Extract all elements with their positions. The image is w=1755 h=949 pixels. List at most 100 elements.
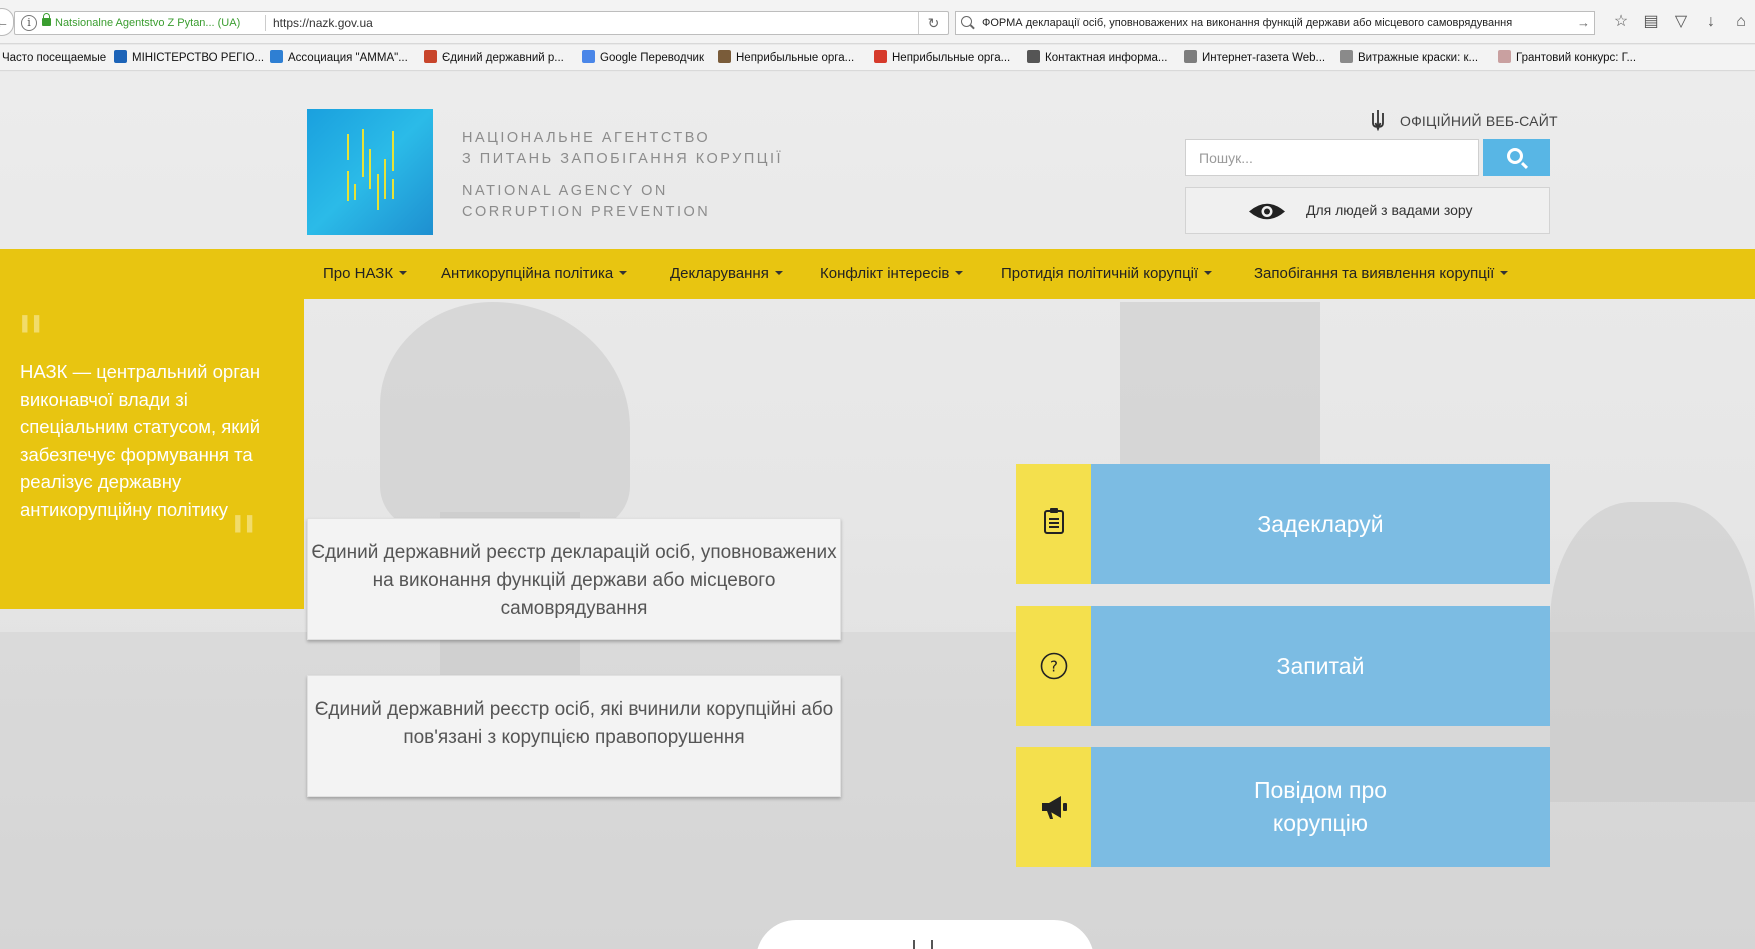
favicon-icon — [582, 50, 595, 63]
nav-item-label: Конфлікт інтересів — [820, 265, 950, 282]
search-icon — [961, 16, 972, 27]
bookmark-star-icon[interactable]: ☆ — [1611, 12, 1631, 32]
site-identity[interactable]: Natsionalne Agentstvo Z Pytan... (UA) — [55, 12, 240, 34]
search-go-icon[interactable]: → — [1577, 12, 1590, 34]
caret-down-icon — [1204, 271, 1213, 275]
bookmark-item[interactable]: Витражные краски: к... — [1340, 45, 1478, 70]
corruption-offenders-registry-link[interactable]: Єдиний державний реєстр осіб, які вчинил… — [307, 675, 841, 797]
favicon-icon — [874, 50, 887, 63]
bottom-scroll-tab[interactable] — [756, 920, 1094, 949]
logo-line-en-1: NATIONAL AGENCY ON — [462, 183, 668, 199]
pocket-icon[interactable]: ▽ — [1671, 12, 1691, 32]
mission-text: НАЗК — центральний орган виконавчої влад… — [20, 361, 261, 520]
nav-item-declaration[interactable]: Декларування — [670, 249, 783, 299]
declare-button[interactable]: Задекларуй — [1016, 464, 1550, 584]
home-icon[interactable]: ⌂ — [1731, 12, 1751, 32]
logo-stroke — [347, 134, 349, 160]
bookmark-item[interactable]: Ассоциация "АММА"... — [270, 45, 408, 70]
bookmark-label: Неприбыльные орга... — [892, 52, 1011, 64]
bookmark-label: Google Переводчик — [600, 52, 705, 64]
nav-item-label: Запобігання та виявлення корупції — [1254, 265, 1495, 282]
nazk-logo[interactable] — [307, 109, 433, 235]
bookmark-label: Ассоциация "АММА"... — [288, 52, 408, 64]
site-search-button[interactable] — [1483, 139, 1550, 176]
favicon-icon — [270, 50, 283, 63]
lock-icon — [42, 13, 51, 26]
action-icon-box — [1016, 464, 1091, 584]
reload-icon[interactable]: ↻ — [918, 12, 948, 34]
ask-button[interactable]: ? Запитай — [1016, 606, 1550, 726]
search-icon — [1507, 148, 1523, 164]
logo-line-en-2: CORRUPTION PREVENTION — [462, 203, 711, 220]
caret-down-icon — [774, 271, 783, 275]
favicon-icon — [114, 50, 127, 63]
bookmark-label: Часто посещаемые — [2, 52, 107, 64]
nav-item-political-corruption[interactable]: Протидія політичній корупції — [1001, 249, 1213, 299]
page-content: НАЦІОНАЛЬНЕ АГЕНТСТВО З ПИТАНЬ ЗАПОБІГАН… — [0, 72, 1755, 949]
bookmarks-toolbar: Часто посещаемые МІНІСТЕРСТВО РЕГІО... Асс… — [0, 45, 1755, 71]
bookmark-item[interactable]: Неприбыльные орга... — [718, 45, 854, 70]
favicon-icon — [1027, 50, 1040, 63]
bookmark-item[interactable]: Интернет-газета Web... — [1184, 45, 1326, 70]
logo-stroke — [369, 149, 371, 189]
bookmark-item[interactable]: Неприбыльные орга... — [874, 45, 1011, 70]
logo-stroke — [347, 171, 349, 201]
official-site-label: ОФІЦІЙНИЙ ВЕБ-САЙТ — [1400, 113, 1558, 129]
page-info-icon[interactable]: i — [21, 15, 37, 31]
nav-item-label: Протидія політичній корупції — [1001, 265, 1199, 282]
bookmark-label: Контактная информа... — [1045, 52, 1168, 64]
action-label: Повідом про корупцію — [1253, 777, 1388, 836]
browser-search-text[interactable]: ФОРМА декларації осіб, уповноважених на … — [982, 12, 1512, 34]
logo-stroke — [354, 184, 356, 200]
browser-toolbar: ← i Natsionalne Agentstvo Z Pytan... (UA… — [0, 0, 1755, 44]
site-search-input[interactable] — [1185, 139, 1479, 176]
declare-label-box: Задекларуй — [1091, 464, 1550, 584]
nav-item-anticorruption-policy[interactable]: Антикорупційна політика — [441, 249, 628, 299]
bookmark-label: Грантовий конкурс: Г... — [1516, 52, 1637, 64]
bookmark-item[interactable]: Контактная информа... — [1027, 45, 1168, 70]
bookmark-label: Єдиний державний р... — [442, 52, 564, 64]
favicon-icon — [1340, 50, 1353, 63]
logo-line-ua-2: З ПИТАНЬ ЗАПОБІГАННЯ КОРУПЦІЇ — [462, 150, 784, 167]
eye-icon — [1249, 203, 1285, 220]
logo-stroke — [362, 129, 364, 177]
action-label: Запитай — [1276, 652, 1365, 679]
bookmark-label: Интернет-газета Web... — [1202, 52, 1326, 64]
quote-close-mark: " — [229, 504, 259, 578]
logo-stroke — [392, 131, 394, 171]
registry-card-text: Єдиний державний реєстр декларацій осіб,… — [311, 542, 837, 619]
browser-search-bar[interactable]: ФОРМА декларації осіб, уповноважених на … — [955, 11, 1595, 35]
declarations-registry-link[interactable]: Єдиний державний реєстр декларацій осіб,… — [307, 518, 841, 640]
clipboard-icon — [1044, 508, 1064, 534]
logo-stroke — [392, 179, 394, 199]
action-label: Задекларуй — [1257, 510, 1384, 537]
favicon-icon — [1498, 50, 1511, 63]
question-circle-icon: ? — [1040, 652, 1068, 680]
trident-icon — [1372, 110, 1384, 131]
back-button[interactable]: ← — [0, 8, 14, 36]
mission-quote: " НАЗК — центральний орган виконавчої вл… — [0, 299, 304, 609]
report-corruption-button[interactable]: Повідом про корупцію — [1016, 747, 1550, 867]
nav-item-conflict-of-interest[interactable]: Конфлікт інтересів — [820, 249, 964, 299]
bookmark-item[interactable]: Єдиний державний р... — [424, 45, 564, 70]
bookmark-item[interactable]: Часто посещаемые — [2, 45, 107, 70]
megaphone-icon — [1042, 796, 1067, 819]
ask-label-box: Запитай — [1091, 606, 1550, 726]
nav-item-prevention-detection[interactable]: Запобігання та виявлення корупції — [1254, 249, 1509, 299]
reading-list-icon[interactable]: ▤ — [1641, 12, 1661, 32]
action-icon-box — [1016, 747, 1091, 867]
bookmark-item[interactable]: МІНІСТЕРСТВО РЕГІО... — [114, 45, 264, 70]
low-vision-button[interactable]: Для людей з вадами зору — [1185, 187, 1550, 234]
action-icon-box: ? — [1016, 606, 1091, 726]
url-text[interactable]: https://nazk.gov.ua — [273, 12, 373, 34]
main-navigation: Про НАЗК Антикорупційна політика Деклару… — [0, 249, 1755, 299]
bookmark-item[interactable]: Грантовий конкурс: Г... — [1498, 45, 1637, 70]
divider — [265, 15, 266, 31]
logo-stroke — [384, 159, 386, 199]
bookmark-item[interactable]: Google Переводчик — [582, 45, 705, 70]
nav-item-about[interactable]: Про НАЗК — [323, 249, 408, 299]
address-bar[interactable]: i Natsionalne Agentstvo Z Pytan... (UA) … — [14, 11, 949, 35]
report-label-box: Повідом про корупцію — [1091, 747, 1550, 867]
download-icon[interactable]: ↓ — [1701, 12, 1721, 32]
favicon-icon — [424, 50, 437, 63]
